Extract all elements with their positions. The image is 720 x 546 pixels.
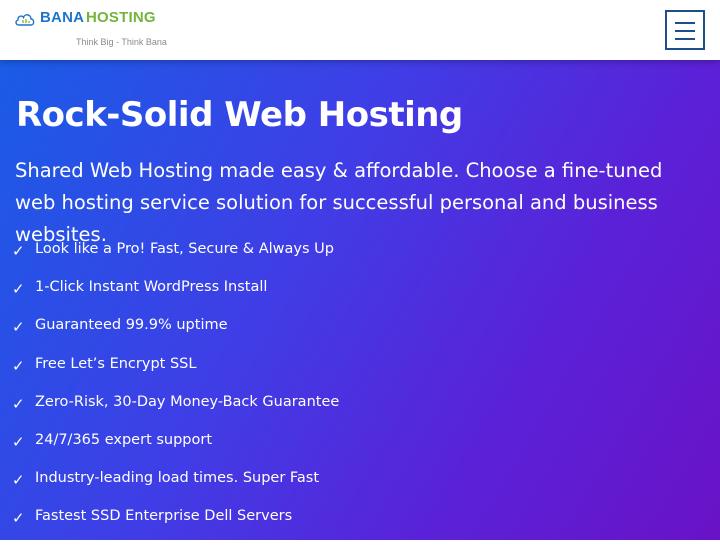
hero-section: Rock-Solid Web Hosting Shared Web Hostin…: [0, 60, 720, 540]
check-icon: ✓: [12, 318, 25, 337]
check-icon: ✓: [12, 471, 25, 490]
feature-item: ✓ Zero-Risk, 30-Day Money-Back Guarantee: [12, 393, 702, 431]
logo-brand-hosting: HOSTING: [86, 9, 156, 26]
feature-text: Industry-leading load times. Super Fast: [35, 470, 320, 487]
check-icon: ✓: [12, 280, 25, 299]
feature-item: ✓ Look like a Pro! Fast, Secure & Always…: [12, 240, 702, 278]
feature-text: Fastest SSD Enterprise Dell Servers: [35, 508, 293, 525]
check-icon: ✓: [12, 356, 25, 375]
site-logo[interactable]: BANA HOSTING Think Big - Think Bana: [14, 8, 184, 52]
feature-text: 1-Click Instant WordPress Install: [35, 279, 268, 296]
feature-text: 24/7/365 expert support: [35, 431, 213, 448]
hero-subtitle: Shared Web Hosting made easy & affordabl…: [15, 159, 663, 246]
check-icon: ✓: [12, 394, 25, 413]
logo-tagline: Think Big - Think Bana: [76, 37, 167, 47]
feature-text: Guaranteed 99.9% uptime: [35, 317, 228, 334]
feature-item: ✓ Guaranteed 99.9% uptime: [12, 316, 702, 354]
site-header: BANA HOSTING Think Big - Think Bana: [0, 0, 720, 60]
check-icon: ✓: [12, 509, 25, 528]
feature-list: ✓ Look like a Pro! Fast, Secure & Always…: [12, 240, 702, 546]
feature-item: ✓ 24/7/365 expert support: [12, 431, 702, 469]
feature-text: Zero-Risk, 30-Day Money-Back Guarantee: [35, 393, 340, 410]
feature-item: ✓ Free Let’s Encrypt SSL: [12, 355, 702, 393]
hero-title: Rock-Solid Web Hosting: [16, 95, 463, 135]
cloud-icon: [15, 14, 35, 26]
feature-item: ✓ 1-Click Instant WordPress Install: [12, 278, 702, 316]
logo-wordmark: BANA HOSTING: [14, 8, 184, 30]
feature-text: Look like a Pro! Fast, Secure & Always U…: [35, 241, 334, 257]
check-icon: ✓: [12, 432, 25, 451]
logo-brand-bana: BANA: [40, 9, 85, 26]
hamburger-menu-button[interactable]: [665, 10, 705, 50]
feature-text: Free Let’s Encrypt SSL: [35, 355, 197, 372]
check-icon: ✓: [12, 242, 25, 260]
feature-item: ✓ Industry-leading load times. Super Fas…: [12, 469, 702, 507]
